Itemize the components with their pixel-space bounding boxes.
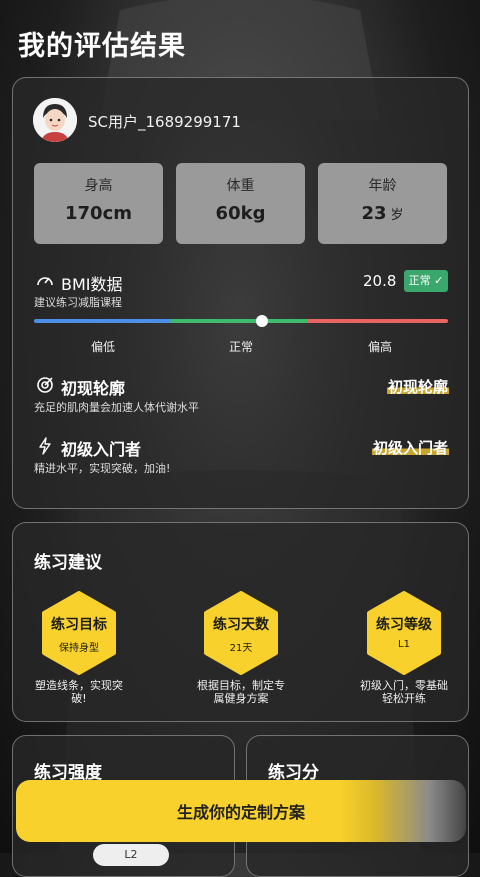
bmi-status-badge: 正常 ✓ xyxy=(404,270,448,292)
goal-desc: 塑造线条，实现突破! xyxy=(35,679,123,705)
bmi-title: BMI数据 xyxy=(61,275,123,294)
days-value: 21天 xyxy=(229,643,253,654)
grade-label: 练习等级 xyxy=(376,617,432,633)
goal-value: 保持身型 xyxy=(59,643,99,654)
stat-value: 60kg xyxy=(215,203,266,224)
generate-plan-button[interactable]: 生成你的定制方案 xyxy=(16,780,466,842)
bmi-scale-high: 偏高 xyxy=(368,340,393,354)
stat-label: 身高 xyxy=(84,178,113,194)
advice-card: 练习建议 练习目标 保持身型 塑造线条，实现突破! 练习天数 21天 根据目标，… xyxy=(12,522,469,722)
bmi-indicator xyxy=(255,315,268,327)
goal-label: 练习目标 xyxy=(51,617,107,633)
intensity-level-pill: L2 xyxy=(93,844,169,866)
age-stat: 年龄 23 岁 xyxy=(318,163,447,244)
lightning-icon xyxy=(39,437,51,455)
generate-plan-label: 生成你的定制方案 xyxy=(176,803,305,822)
avatar-icon xyxy=(33,98,77,142)
level-subtitle: 精进水平，实现突破，加油! xyxy=(34,462,171,475)
target-icon xyxy=(37,377,53,393)
physique-tag: 初现轮廓 xyxy=(386,376,449,397)
grade-desc: 初级入门，零基础轻松开练 xyxy=(360,679,448,705)
level-tag: 初级入门者 xyxy=(371,437,449,458)
page-title: 我的评估结果 xyxy=(18,31,186,62)
physique-title: 初现轮廓 xyxy=(61,379,126,398)
physique-subtitle: 充足的肌肉量会加速人体代谢水平 xyxy=(34,401,199,414)
goal-hexagon[interactable]: 练习目标 保持身型 xyxy=(40,591,118,675)
username: SC用户_1689299171 xyxy=(88,113,241,131)
bmi-scale-normal: 正常 xyxy=(229,340,254,354)
stat-value: 23 岁 xyxy=(361,203,404,224)
bmi-value: 20.8 xyxy=(363,272,397,290)
level-title: 初级入门者 xyxy=(61,440,142,459)
grade-hexagon[interactable]: 练习等级 L1 xyxy=(365,591,443,675)
bmi-subtitle: 建议练习减脂课程 xyxy=(34,296,122,309)
stat-label: 体重 xyxy=(226,178,255,194)
stat-label: 年龄 xyxy=(368,178,397,194)
advice-title: 练习建议 xyxy=(34,553,102,573)
stat-unit: 岁 xyxy=(390,208,404,223)
bmi-scale-bar xyxy=(34,319,448,323)
weight-stat: 体重 60kg xyxy=(176,163,305,244)
bmi-scale-low: 偏低 xyxy=(91,340,116,354)
days-label: 练习天数 xyxy=(213,617,269,633)
days-hexagon[interactable]: 练习天数 21天 xyxy=(202,591,280,675)
speedometer-icon xyxy=(37,277,53,286)
height-stat: 身高 170cm xyxy=(34,163,163,244)
avatar[interactable] xyxy=(33,98,77,142)
stat-value: 170cm xyxy=(65,203,132,224)
grade-value: L1 xyxy=(398,639,410,650)
days-desc: 根据目标，制定专属健身方案 xyxy=(197,679,285,705)
profile-card: SC用户_1689299171 身高 170cm 体重 60kg 年龄 23 岁 … xyxy=(12,77,469,509)
